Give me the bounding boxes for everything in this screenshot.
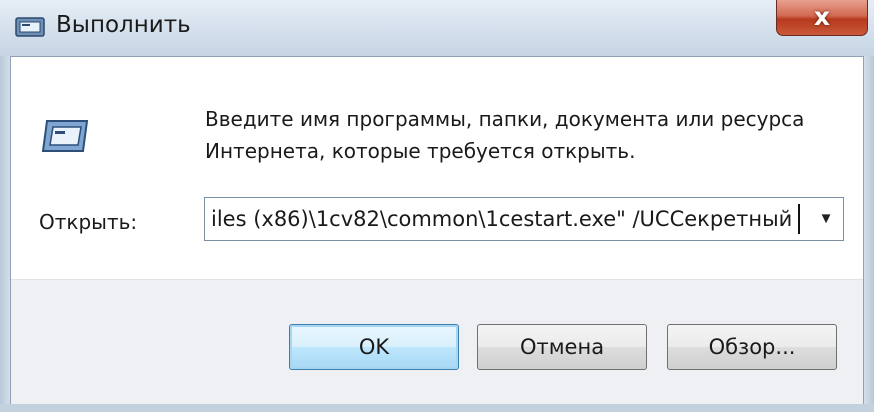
instruction-text: Введите имя программы, папки, документа … <box>205 103 845 167</box>
run-dialog-icon <box>15 17 45 37</box>
open-input[interactable]: iles (x86)\1cv82\common\1cestart.exe" /U… <box>211 207 791 231</box>
window-frame-right <box>864 56 874 412</box>
close-button[interactable]: x <box>776 0 868 36</box>
open-combobox[interactable]: iles (x86)\1cv82\common\1cestart.exe" /U… <box>204 197 844 241</box>
dialog-body: Введите имя программы, папки, документа … <box>10 56 864 404</box>
button-bar: OK Отмена Обзор... <box>11 279 863 404</box>
window-title: Выполнить <box>56 12 191 38</box>
ok-button[interactable]: OK <box>289 324 459 370</box>
window-frame-left <box>0 56 10 412</box>
title-bar[interactable]: Выполнить x <box>0 0 874 56</box>
browse-button[interactable]: Обзор... <box>667 324 837 370</box>
instruction-line-2: Интернета, которые требуется открыть. <box>205 139 636 163</box>
instruction-line-1: Введите имя программы, папки, документа … <box>205 107 805 131</box>
text-caret <box>798 204 800 234</box>
open-label: Открыть: <box>39 210 138 234</box>
close-icon: x <box>813 2 831 31</box>
cancel-button[interactable]: Отмена <box>477 324 647 370</box>
chevron-down-icon[interactable]: ▼ <box>809 198 843 240</box>
window-frame-bottom <box>0 404 874 412</box>
run-program-icon <box>41 120 89 152</box>
